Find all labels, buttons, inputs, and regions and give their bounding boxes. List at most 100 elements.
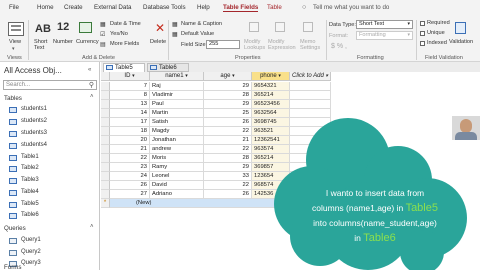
record-selector[interactable]: [101, 127, 110, 136]
nav-table-table3[interactable]: Table3: [21, 177, 39, 183]
default-value-button[interactable]: Default Value: [181, 31, 214, 37]
nav-query-query3[interactable]: Query3: [21, 260, 41, 266]
table-cell[interactable]: 14: [110, 109, 150, 118]
table-cell[interactable]: 24: [110, 172, 150, 181]
table-cell[interactable]: 8: [110, 91, 150, 100]
field-size-input[interactable]: 255: [206, 40, 240, 49]
unique-checkbox[interactable]: [420, 31, 425, 36]
more-fields-button[interactable]: More Fields: [110, 41, 139, 47]
column-header-click-to-add[interactable]: Click to Add ▾: [290, 72, 331, 81]
table-cell[interactable]: 17: [110, 118, 150, 127]
nav-table-students4[interactable]: students4: [21, 142, 47, 148]
table-cell[interactable]: David: [150, 181, 204, 190]
table-cell[interactable]: 25: [204, 109, 252, 118]
tab-external-data[interactable]: External Data: [94, 4, 132, 11]
number-button[interactable]: Number: [53, 39, 73, 45]
date-time-button[interactable]: Date & Time: [110, 21, 141, 27]
record-selector[interactable]: [101, 118, 110, 127]
table-cell[interactable]: 28: [204, 154, 252, 163]
record-selector[interactable]: [101, 82, 110, 91]
table-cell[interactable]: [290, 91, 331, 100]
table-cell[interactable]: Martin: [150, 109, 204, 118]
table-cell[interactable]: 9654321: [252, 82, 290, 91]
table-cell[interactable]: 22: [110, 154, 150, 163]
tab-table6[interactable]: Table6: [147, 63, 189, 72]
nav-query-query2[interactable]: Query2: [21, 249, 41, 255]
column-header-name1[interactable]: name1 ▾: [150, 72, 204, 81]
currency-button[interactable]: Currency: [76, 39, 99, 45]
table-cell[interactable]: 21: [204, 136, 252, 145]
nav-table-table1[interactable]: Table1: [21, 154, 39, 160]
table-cell[interactable]: Paul: [150, 100, 204, 109]
chevron-up-icon[interactable]: ˄: [90, 94, 94, 100]
tab-file[interactable]: File: [9, 4, 19, 11]
tab-help[interactable]: Help: [197, 4, 210, 11]
nav-query-query1[interactable]: Query1: [21, 237, 41, 243]
record-selector[interactable]: [101, 154, 110, 163]
tell-me-box[interactable]: Tell me what you want to do: [313, 4, 389, 11]
data-type-select[interactable]: Short Text ▾: [356, 20, 413, 29]
tables-section-header[interactable]: Tables: [4, 95, 22, 102]
table-cell[interactable]: 22: [204, 127, 252, 136]
record-selector[interactable]: [101, 136, 110, 145]
yes-no-button[interactable]: Yes/No: [110, 31, 128, 37]
record-selector[interactable]: [101, 172, 110, 181]
nav-table-table6[interactable]: Table6: [21, 212, 39, 218]
modify-expression-button[interactable]: Modify Expression: [268, 39, 296, 51]
table-cell[interactable]: 21: [110, 145, 150, 154]
nav-table-students1[interactable]: students1: [21, 106, 47, 112]
tab-home[interactable]: Home: [37, 4, 54, 11]
delete-button[interactable]: Delete: [150, 39, 166, 45]
record-selector[interactable]: [101, 91, 110, 100]
table-cell[interactable]: 29: [204, 100, 252, 109]
table-cell[interactable]: 29: [204, 163, 252, 172]
table-cell[interactable]: 9632564: [252, 109, 290, 118]
table-cell[interactable]: 13: [110, 100, 150, 109]
chevron-up-icon[interactable]: ˄: [90, 224, 94, 230]
table-cell[interactable]: 22: [204, 181, 252, 190]
table-cell[interactable]: Adriano: [150, 190, 204, 199]
table-cell[interactable]: 96523456: [252, 100, 290, 109]
record-selector[interactable]: [101, 190, 110, 199]
short-text-button[interactable]: Short Text: [34, 39, 54, 51]
tab-table[interactable]: Table: [267, 4, 282, 11]
nav-table-students2[interactable]: students2: [21, 118, 47, 124]
memo-settings-button[interactable]: Memo Settings: [300, 39, 325, 51]
table-cell[interactable]: [290, 109, 331, 118]
select-all-corner[interactable]: [101, 72, 110, 81]
view-button[interactable]: View: [9, 39, 21, 45]
required-checkbox[interactable]: [420, 21, 425, 26]
nav-pane-title[interactable]: All Access Obj...: [4, 66, 62, 75]
table-cell[interactable]: 22: [204, 145, 252, 154]
table-cell[interactable]: andrew: [150, 145, 204, 154]
tab-create[interactable]: Create: [64, 4, 83, 11]
table-cell[interactable]: 33: [204, 172, 252, 181]
table-cell[interactable]: Raj: [150, 82, 204, 91]
format-select[interactable]: Formatting ▾: [356, 31, 413, 40]
tab-table5[interactable]: Table5: [103, 63, 145, 72]
record-selector[interactable]: [101, 145, 110, 154]
table-cell[interactable]: 26: [204, 190, 252, 199]
column-header-phone[interactable]: phone ▾: [252, 72, 290, 81]
name-caption-button[interactable]: Name & Caption: [181, 21, 222, 27]
table-cell[interactable]: 23: [110, 163, 150, 172]
table-cell[interactable]: 29: [204, 82, 252, 91]
table-cell[interactable]: Satish: [150, 118, 204, 127]
table-cell[interactable]: Ramy: [150, 163, 204, 172]
table-cell[interactable]: [290, 100, 331, 109]
tab-database-tools[interactable]: Database Tools: [143, 4, 186, 11]
nav-table-table5[interactable]: Table5: [21, 201, 39, 207]
table-cell[interactable]: 7: [110, 82, 150, 91]
column-header-age[interactable]: age ▾: [204, 72, 252, 81]
table-cell[interactable]: 18: [110, 127, 150, 136]
record-selector[interactable]: [101, 181, 110, 190]
table-cell[interactable]: 20: [110, 136, 150, 145]
table-cell[interactable]: Leonel: [150, 172, 204, 181]
column-header-id[interactable]: ID ▾: [110, 72, 150, 81]
table-cell[interactable]: 26: [110, 181, 150, 190]
search-input[interactable]: Search... ⚲: [3, 80, 97, 90]
nav-table-table4[interactable]: Table4: [21, 189, 39, 195]
table-cell[interactable]: Moris: [150, 154, 204, 163]
collapse-icon[interactable]: «: [88, 67, 91, 73]
table-cell[interactable]: Vladimir: [150, 91, 204, 100]
